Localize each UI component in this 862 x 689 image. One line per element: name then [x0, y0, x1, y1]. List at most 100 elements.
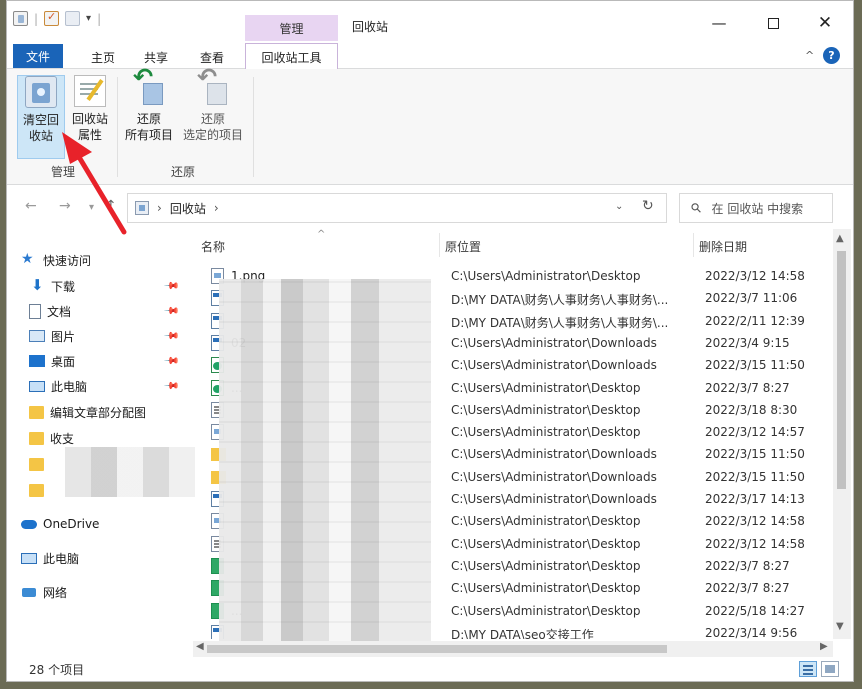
address-history-chevron-icon[interactable]: ⌄	[615, 201, 623, 212]
nav-item-folder[interactable]: 收支	[29, 427, 205, 449]
maximize-button[interactable]	[751, 11, 795, 35]
large-icons-view-icon[interactable]	[821, 661, 839, 677]
properties-icon[interactable]	[44, 10, 60, 26]
pin-icon[interactable]: 📌	[163, 378, 180, 395]
group-label-manage: 管理	[51, 165, 76, 179]
address-bar[interactable]: › 回收站 › ⌄ ↻	[127, 193, 667, 223]
details-view-icon[interactable]	[799, 661, 817, 677]
nav-item-desktop[interactable]: 桌面 📌	[29, 350, 205, 372]
recent-locations-chevron-icon[interactable]: ▾	[89, 202, 94, 213]
file-date-deleted: 2022/3/12 14:58	[705, 536, 805, 551]
breadcrumb-chevron-icon[interactable]: ›	[214, 201, 219, 215]
vertical-scrollbar[interactable]: ▲ ▼	[833, 229, 851, 639]
nav-this-pc[interactable]: 此电脑	[21, 547, 197, 569]
search-icon: ⚲	[688, 199, 706, 217]
recycle-bin-properties-button[interactable]: 回收站 属性	[67, 75, 113, 159]
nav-item-downloads[interactable]: 下载 📌	[29, 275, 205, 297]
column-header-name[interactable]: 名称	[201, 238, 225, 255]
nav-onedrive-label: OneDrive	[43, 517, 100, 531]
file-original-location: C:\Users\Administrator\Downloads	[451, 492, 657, 506]
breadcrumb-recycle-bin[interactable]: 回收站	[170, 200, 206, 217]
nav-network[interactable]: 网络	[21, 581, 197, 603]
pin-icon[interactable]: 📌	[163, 328, 180, 345]
restore-all-label-line2: 所有项目	[124, 128, 173, 142]
column-header-date-deleted[interactable]: 删除日期	[699, 238, 747, 255]
column-divider[interactable]	[693, 233, 694, 257]
file-original-location: C:\Users\Administrator\Downloads	[451, 447, 657, 462]
customize-toolbar-chevron-icon[interactable]: ▾	[86, 13, 91, 24]
nav-item-documents[interactable]: 文档 📌	[29, 300, 205, 322]
help-icon[interactable]: ?	[823, 47, 840, 64]
collapse-ribbon-chevron-icon[interactable]: ^	[805, 49, 814, 62]
nav-item-label: 编辑文章部分配图	[50, 405, 147, 420]
refresh-icon[interactable]: ↻	[642, 198, 654, 214]
nav-item-this-pc-pinned[interactable]: 此电脑 📌	[29, 375, 205, 397]
star-icon	[21, 251, 37, 267]
nav-item-folder[interactable]: 编辑文章部分配图	[29, 401, 205, 423]
folder-icon	[29, 431, 44, 445]
close-icon: ✕	[817, 13, 833, 33]
desktop-icon	[29, 355, 45, 367]
horizontal-scroll-thumb[interactable]	[207, 645, 667, 653]
file-original-location: C:\Users\Administrator\Downloads	[451, 469, 657, 484]
search-box[interactable]: ⚲ 在 回收站 中搜索	[679, 193, 833, 223]
file-date-deleted: 2022/3/12 14:58	[705, 269, 805, 283]
file-date-deleted: 2022/3/12 14:57	[705, 425, 805, 440]
back-arrow-icon[interactable]: ←	[25, 198, 37, 214]
file-date-deleted: 2022/3/7 8:27	[705, 380, 790, 395]
pin-icon[interactable]: 📌	[163, 303, 180, 320]
nav-onedrive[interactable]: OneDrive	[21, 513, 197, 535]
sort-caret-icon: ^	[317, 229, 326, 240]
breadcrumb-chevron-icon[interactable]: ›	[157, 201, 162, 215]
restore-all-items-button[interactable]: 还原 所有项目	[121, 69, 177, 159]
tab-recycle-bin-tools[interactable]: 回收站工具	[245, 43, 338, 71]
tab-home[interactable]: 主页	[81, 45, 125, 69]
file-date-deleted: 2022/3/7 8:27	[705, 581, 790, 596]
close-button[interactable]: ✕	[803, 11, 847, 35]
column-header-original-location[interactable]: 原位置	[445, 238, 481, 255]
folder-icon	[29, 457, 44, 471]
forward-arrow-icon[interactable]: →	[59, 198, 71, 214]
new-folder-icon[interactable]	[65, 11, 81, 26]
file-date-deleted: 2022/3/4 9:15	[705, 335, 790, 350]
pin-icon[interactable]: 📌	[163, 353, 180, 370]
computer-icon	[21, 552, 37, 564]
nav-network-label: 网络	[43, 585, 68, 600]
pin-icon[interactable]: 📌	[163, 278, 180, 295]
file-original-location: C:\Users\Administrator\Desktop	[451, 558, 641, 573]
minimize-button[interactable]: —	[697, 11, 741, 35]
empty-recycle-bin-button[interactable]: 清空回 收站	[17, 75, 65, 159]
computer-icon	[29, 380, 45, 392]
onedrive-cloud-icon	[21, 517, 37, 531]
file-date-deleted: 2022/3/17 14:13	[705, 492, 805, 506]
file-original-location: C:\Users\Administrator\Desktop	[451, 269, 641, 283]
ribbon: 清空回 收站 回收站 属性 还原 所有项目 还原 选定的项目 管理 还原	[7, 69, 853, 185]
scroll-right-icon[interactable]: ▶	[820, 641, 828, 652]
scroll-left-icon[interactable]: ◀	[196, 641, 204, 652]
nav-quick-access-label: 快速访问	[43, 253, 92, 268]
nav-quick-access[interactable]: 快速访问	[21, 249, 197, 271]
horizontal-scrollbar[interactable]: ◀ ▶	[193, 641, 833, 657]
recycle-bin-icon	[135, 201, 149, 215]
tab-file[interactable]: 文件	[13, 44, 63, 68]
folder-icon	[29, 483, 44, 497]
file-explorer-window: | ▾ | 管理 回收站 — ✕ 文件 主页 共享 查看 回收站工具 ^ ? 清…	[6, 0, 854, 682]
nav-item-label: 图片	[51, 329, 76, 344]
empty-recycle-bin-label-line2: 收站	[28, 129, 53, 143]
maximize-icon	[767, 17, 779, 29]
file-original-location: C:\Users\Administrator\Desktop	[451, 603, 641, 618]
restore-selected-items-button[interactable]: 还原 选定的项目	[177, 69, 249, 159]
file-date-deleted: 2022/3/15 11:50	[705, 358, 805, 373]
column-divider[interactable]	[439, 233, 440, 257]
file-original-location: C:\Users\Administrator\Desktop	[451, 425, 641, 440]
picture-icon	[29, 330, 45, 342]
scroll-up-icon[interactable]: ▲	[836, 233, 844, 244]
vertical-scroll-thumb[interactable]	[837, 251, 846, 489]
nav-item-pictures[interactable]: 图片 📌	[29, 325, 205, 347]
up-arrow-icon[interactable]: ↑	[105, 198, 117, 214]
properties-label-line1: 回收站	[71, 112, 108, 126]
scroll-down-icon[interactable]: ▼	[836, 621, 844, 632]
file-original-location: C:\Users\Administrator\Desktop	[451, 514, 641, 529]
file-date-deleted: 2022/5/18 14:27	[705, 603, 805, 618]
restore-all-label-line1: 还原	[136, 112, 161, 126]
